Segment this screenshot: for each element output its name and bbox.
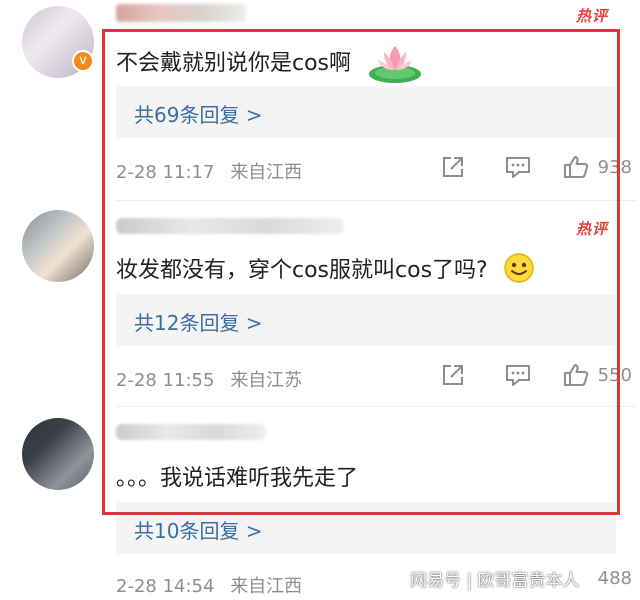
- comment-date: 2-28 11:55: [116, 370, 215, 391]
- view-replies-link[interactable]: 共10条回复 >: [134, 515, 263, 544]
- lotus-emoji-icon: [366, 38, 424, 90]
- replies-panel[interactable]: 共10条回复 >: [116, 502, 616, 554]
- username-blurred[interactable]: [116, 218, 344, 234]
- like-button[interactable]: 938: [562, 154, 632, 180]
- weibo-comment-feed: v 热评 不会戴就别说你是cos啊 共69条回复 > 2-28 11:17 来自…: [0, 0, 640, 600]
- comment-location: 来自江西: [230, 576, 303, 597]
- comment-text: 。。。我说话难听我先走了: [116, 460, 358, 492]
- share-button[interactable]: [440, 154, 466, 180]
- comment-meta: 2-28 14:54 来自江西: [116, 572, 312, 598]
- replies-panel[interactable]: 共69条回复 >: [116, 86, 616, 138]
- share-icon: [442, 157, 463, 177]
- comment-actions: 488: [590, 568, 632, 589]
- hot-comment-badge: 热评: [575, 220, 608, 238]
- verified-badge-icon: v: [72, 50, 94, 72]
- comment-body: 。。。我说话难听我先走了: [116, 466, 359, 491]
- reply-button[interactable]: [504, 362, 532, 388]
- hot-comment-badge: 热评: [575, 7, 608, 25]
- replies-panel[interactable]: 共12条回复 >: [116, 294, 616, 346]
- comment-divider: [116, 200, 636, 201]
- comment-bubble-icon: [505, 157, 530, 178]
- comment-date: 2-28 14:54: [116, 576, 215, 597]
- source-watermark: 网易号 | 欧哥富贵本人: [410, 571, 580, 591]
- like-button[interactable]: 488: [590, 568, 632, 589]
- share-button[interactable]: [440, 362, 466, 388]
- comment-body: 不会戴就别说你是cos啊: [116, 51, 352, 76]
- comment-location: 来自江苏: [230, 370, 303, 391]
- smile-emoji-icon: [503, 252, 535, 290]
- view-replies-link[interactable]: 共69条回复 >: [134, 99, 263, 128]
- comment-location: 来自江西: [230, 162, 303, 183]
- share-icon: [442, 365, 463, 385]
- like-button[interactable]: 550: [562, 362, 632, 388]
- avatar[interactable]: [22, 418, 94, 490]
- comment-meta: 2-28 11:55 来自江苏: [116, 366, 312, 392]
- comment-actions: 550: [440, 362, 632, 388]
- comment-meta: 2-28 11:17 来自江西: [116, 158, 312, 184]
- view-replies-link[interactable]: 共12条回复 >: [134, 307, 263, 336]
- previous-username-blur: [116, 4, 246, 22]
- comment-text: 不会戴就别说你是cos啊: [116, 38, 424, 90]
- thumbs-up-icon: [563, 364, 588, 386]
- like-count: 488: [597, 568, 632, 589]
- avatar[interactable]: [22, 210, 94, 282]
- reply-button[interactable]: [504, 154, 532, 180]
- thumbs-up-icon: [563, 156, 588, 178]
- comment-date: 2-28 11:17: [116, 162, 215, 183]
- comment-body: 妆发都没有，穿个cos服就叫cos了吗?: [116, 258, 488, 283]
- comment-divider: [116, 406, 636, 407]
- username-blurred[interactable]: [116, 424, 266, 440]
- comment-text: 妆发都没有，穿个cos服就叫cos了吗?: [116, 252, 535, 290]
- like-count: 938: [597, 156, 632, 178]
- comment-actions: 938: [440, 154, 632, 180]
- like-count: 550: [597, 364, 632, 386]
- comment-bubble-icon: [505, 365, 530, 386]
